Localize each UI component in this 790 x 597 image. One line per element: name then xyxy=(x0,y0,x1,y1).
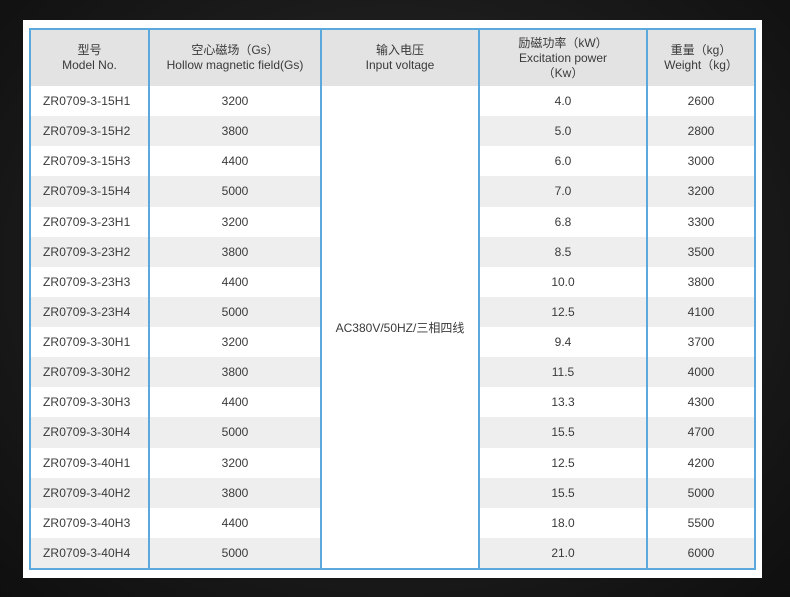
table-row: ZR0709-3-15H1 3200 AC380V/50HZ/三相四线 4.0 … xyxy=(31,86,754,568)
cell-power: 11.5 xyxy=(478,357,647,388)
cell-field: 3800 xyxy=(148,477,321,508)
cell-field: 4400 xyxy=(148,507,321,538)
table-body: ZR0709-3-15H1 3200 AC380V/50HZ/三相四线 4.0 … xyxy=(31,86,754,568)
cell-model: ZR0709-3-15H1 xyxy=(43,94,131,109)
spec-table: 型号 Model No. 空心磁场（Gs） Hollow magnetic fi… xyxy=(31,30,754,568)
cell-field: 3200 xyxy=(148,206,321,237)
cell-field: 5000 xyxy=(148,296,321,327)
spec-sheet: 型号 Model No. 空心磁场（Gs） Hollow magnetic fi… xyxy=(23,20,762,578)
cell-power: 21.0 xyxy=(478,537,647,568)
header-model: 型号 Model No. xyxy=(31,30,149,86)
cell-power: 12.5 xyxy=(478,296,647,327)
cell-power: 7.0 xyxy=(478,176,647,207)
header-model-en: Model No. xyxy=(62,58,117,72)
cell-weight: 4300 xyxy=(646,387,754,418)
cell-weight: 3200 xyxy=(646,176,754,207)
cell-weight: 4000 xyxy=(646,357,754,388)
cell-power: 18.0 xyxy=(478,507,647,538)
cell-field: 3800 xyxy=(148,236,321,267)
cell-model: ZR0709-3-23H3 xyxy=(43,274,131,289)
cell-model: ZR0709-3-30H2 xyxy=(31,357,149,388)
header-field-en: Hollow magnetic field(Gs) xyxy=(166,58,304,72)
cell-field: 3200 xyxy=(148,86,321,117)
cell-field: 4400 xyxy=(148,146,321,177)
cell-input-voltage: AC380V/50HZ/三相四线 xyxy=(320,86,479,568)
cell-power: 10.0 xyxy=(478,266,647,297)
header-weight-zh: 重量（kg） xyxy=(670,43,732,57)
cell-weight: 3500 xyxy=(646,236,754,267)
cell-weight: 3300 xyxy=(646,206,754,237)
header-model-zh: 型号 xyxy=(77,43,102,57)
cell-model: ZR0709-3-23H1 xyxy=(43,214,131,229)
cell-model: ZR0709-3-40H4 xyxy=(31,537,149,568)
cell-model: ZR0709-3-40H1 xyxy=(43,455,131,470)
cell-model: ZR0709-3-40H3 xyxy=(43,515,131,530)
header-power-unit: （Kw） xyxy=(542,65,584,80)
cell-model: ZR0709-3-30H3 xyxy=(43,395,131,410)
cell-field: 5000 xyxy=(148,417,321,448)
cell-power: 15.5 xyxy=(478,477,647,508)
header-field-zh: 空心磁场（Gs） xyxy=(191,43,279,57)
cell-power: 9.4 xyxy=(478,327,647,358)
cell-power: 15.5 xyxy=(478,417,647,448)
cell-weight: 4200 xyxy=(646,447,754,478)
cell-field: 5000 xyxy=(148,176,321,207)
cell-field: 5000 xyxy=(148,537,321,568)
cell-model: ZR0709-3-30H1 xyxy=(43,335,131,350)
cell-field: 4400 xyxy=(148,387,321,418)
cell-field: 3800 xyxy=(148,116,321,147)
cell-field: 3200 xyxy=(148,327,321,358)
cell-field: 3200 xyxy=(148,447,321,478)
cell-model: ZR0709-3-15H4 xyxy=(31,176,149,207)
cell-model: ZR0709-3-15H2 xyxy=(31,116,149,147)
header-power: 励磁功率（kW） Excitation power （Kw） xyxy=(478,30,647,86)
cell-power: 5.0 xyxy=(478,116,647,147)
header-weight: 重量（kg） Weight（kg） xyxy=(646,30,754,86)
table-header: 型号 Model No. 空心磁场（Gs） Hollow magnetic fi… xyxy=(31,30,754,86)
cell-weight: 4700 xyxy=(646,417,754,448)
cell-weight: 3700 xyxy=(646,327,754,358)
header-row: 型号 Model No. 空心磁场（Gs） Hollow magnetic fi… xyxy=(31,30,754,86)
header-voltage: 输入电压 Input voltage xyxy=(320,30,479,86)
cell-weight: 5000 xyxy=(646,477,754,508)
cell-field: 4400 xyxy=(148,266,321,297)
cell-model: ZR0709-3-30H4 xyxy=(31,417,149,448)
header-power-en: Excitation power xyxy=(518,50,608,65)
spec-table-frame: 型号 Model No. 空心磁场（Gs） Hollow magnetic fi… xyxy=(29,28,756,570)
cell-power: 13.3 xyxy=(478,387,647,418)
cell-weight: 5500 xyxy=(646,507,754,538)
cell-weight: 2800 xyxy=(646,116,754,147)
cell-weight: 4100 xyxy=(646,296,754,327)
cell-field: 3800 xyxy=(148,357,321,388)
cell-weight: 3000 xyxy=(646,146,754,177)
cell-power: 4.0 xyxy=(478,86,647,117)
cell-model: ZR0709-3-15H3 xyxy=(43,154,131,169)
cell-model: ZR0709-3-23H2 xyxy=(31,236,149,267)
cell-model: ZR0709-3-23H4 xyxy=(31,296,149,327)
cell-weight: 3800 xyxy=(646,266,754,297)
header-power-zh: 励磁功率（kW） xyxy=(518,35,608,50)
cell-power: 6.8 xyxy=(478,206,647,237)
cell-weight: 2600 xyxy=(646,86,754,117)
cell-power: 6.0 xyxy=(478,146,647,177)
cell-weight: 6000 xyxy=(646,537,754,568)
cell-power: 8.5 xyxy=(478,236,647,267)
header-voltage-en: Input voltage xyxy=(365,58,435,72)
cell-model: ZR0709-3-40H2 xyxy=(31,477,149,508)
header-field: 空心磁场（Gs） Hollow magnetic field(Gs) xyxy=(148,30,321,86)
cell-power: 12.5 xyxy=(478,447,647,478)
header-weight-en: Weight（kg） xyxy=(664,58,738,72)
header-voltage-zh: 输入电压 xyxy=(375,43,424,57)
